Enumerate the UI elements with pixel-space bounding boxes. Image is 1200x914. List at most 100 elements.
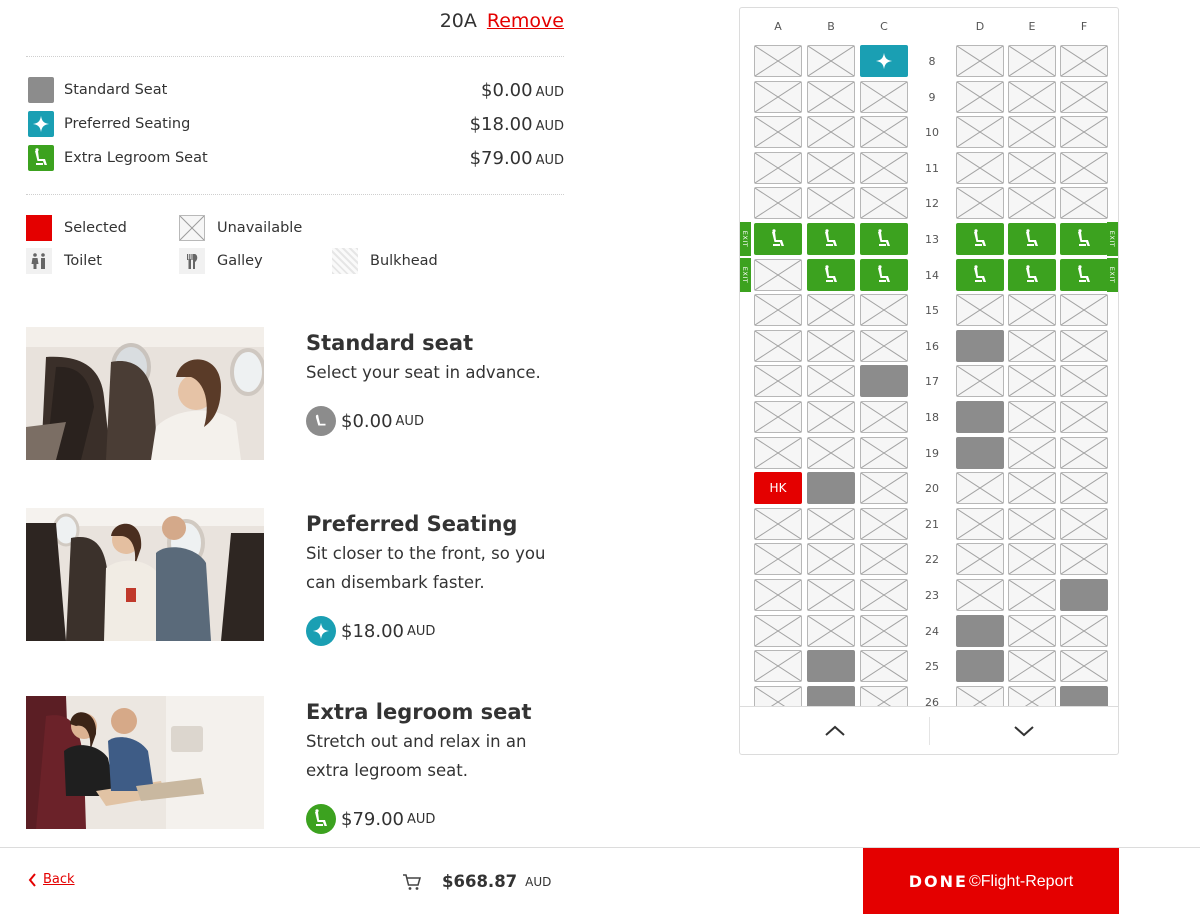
seat-14a[interactable]: [754, 258, 802, 291]
seat-24c[interactable]: [860, 614, 908, 647]
done-button[interactable]: DONE ©Flight-Report: [863, 848, 1119, 914]
seat-26d[interactable]: [956, 685, 1004, 706]
seat-10e[interactable]: [1008, 116, 1056, 149]
seat-8b[interactable]: [807, 45, 855, 77]
seat-18a[interactable]: [754, 401, 802, 433]
seat-12b[interactable]: [807, 187, 855, 220]
seat-8a[interactable]: [754, 45, 802, 77]
seat-18d[interactable]: [956, 401, 1004, 433]
seat-13c[interactable]: [860, 223, 908, 255]
seat-10a[interactable]: [754, 116, 802, 149]
seat-15b[interactable]: [807, 294, 855, 327]
seat-11a[interactable]: [754, 151, 802, 184]
seat-22f[interactable]: [1060, 543, 1108, 576]
seat-16c[interactable]: [860, 329, 908, 362]
seat-11b[interactable]: [807, 151, 855, 184]
seat-9b[interactable]: [807, 80, 855, 113]
seat-11e[interactable]: [1008, 151, 1056, 184]
seat-17a[interactable]: [754, 365, 802, 398]
seat-8c[interactable]: [860, 45, 908, 77]
seat-14b[interactable]: [807, 258, 855, 291]
back-button[interactable]: Back: [28, 872, 75, 887]
seat-23d[interactable]: [956, 579, 1004, 611]
seat-20b[interactable]: [807, 472, 855, 505]
seat-25d[interactable]: [956, 650, 1004, 683]
seat-22c[interactable]: [860, 543, 908, 576]
seat-12c[interactable]: [860, 187, 908, 220]
seat-16d[interactable]: [956, 329, 1004, 362]
seat-25a[interactable]: [754, 650, 802, 683]
seat-24a[interactable]: [754, 614, 802, 647]
seat-23f[interactable]: [1060, 579, 1108, 611]
seat-19d[interactable]: [956, 436, 1004, 469]
seat-10c[interactable]: [860, 116, 908, 149]
seat-14c[interactable]: [860, 258, 908, 291]
seat-13d[interactable]: [956, 223, 1004, 255]
seat-20a[interactable]: HK: [754, 472, 802, 505]
seat-21f[interactable]: [1060, 507, 1108, 540]
seat-18f[interactable]: [1060, 401, 1108, 433]
seat-9d[interactable]: [956, 80, 1004, 113]
seat-19e[interactable]: [1008, 436, 1056, 469]
seat-10f[interactable]: [1060, 116, 1108, 149]
seat-17b[interactable]: [807, 365, 855, 398]
seat-24f[interactable]: [1060, 614, 1108, 647]
seat-25c[interactable]: [860, 650, 908, 683]
seat-25e[interactable]: [1008, 650, 1056, 683]
seat-10b[interactable]: [807, 116, 855, 149]
seat-25f[interactable]: [1060, 650, 1108, 683]
seat-15c[interactable]: [860, 294, 908, 327]
seat-19a[interactable]: [754, 436, 802, 469]
seat-26a[interactable]: [754, 685, 802, 706]
seat-15d[interactable]: [956, 294, 1004, 327]
seat-8d[interactable]: [956, 45, 1004, 77]
seat-10d[interactable]: [956, 116, 1004, 149]
seat-25b[interactable]: [807, 650, 855, 683]
seat-12d[interactable]: [956, 187, 1004, 220]
seat-13f[interactable]: [1060, 223, 1108, 255]
seat-26f[interactable]: [1060, 685, 1108, 706]
seat-23e[interactable]: [1008, 579, 1056, 611]
seat-18c[interactable]: [860, 401, 908, 433]
seat-17d[interactable]: [956, 365, 1004, 398]
seat-9f[interactable]: [1060, 80, 1108, 113]
seat-20c[interactable]: [860, 472, 908, 505]
seat-15f[interactable]: [1060, 294, 1108, 327]
seat-22e[interactable]: [1008, 543, 1056, 576]
seat-22a[interactable]: [754, 543, 802, 576]
seat-21c[interactable]: [860, 507, 908, 540]
seat-18e[interactable]: [1008, 401, 1056, 433]
seat-21e[interactable]: [1008, 507, 1056, 540]
seat-14e[interactable]: [1008, 258, 1056, 291]
seat-8f[interactable]: [1060, 45, 1108, 77]
scroll-up-button[interactable]: [740, 707, 929, 754]
seat-16e[interactable]: [1008, 329, 1056, 362]
seat-19b[interactable]: [807, 436, 855, 469]
seat-23b[interactable]: [807, 579, 855, 611]
seat-20f[interactable]: [1060, 472, 1108, 505]
seat-16f[interactable]: [1060, 329, 1108, 362]
seat-11f[interactable]: [1060, 151, 1108, 184]
seat-24b[interactable]: [807, 614, 855, 647]
seat-17c[interactable]: [860, 365, 908, 398]
seat-24d[interactable]: [956, 614, 1004, 647]
seat-12a[interactable]: [754, 187, 802, 220]
seat-15a[interactable]: [754, 294, 802, 327]
seat-21b[interactable]: [807, 507, 855, 540]
seat-23a[interactable]: [754, 579, 802, 611]
seat-24e[interactable]: [1008, 614, 1056, 647]
seat-20e[interactable]: [1008, 472, 1056, 505]
seat-18b[interactable]: [807, 401, 855, 433]
seat-9e[interactable]: [1008, 80, 1056, 113]
seat-12e[interactable]: [1008, 187, 1056, 220]
seat-13b[interactable]: [807, 223, 855, 255]
seat-12f[interactable]: [1060, 187, 1108, 220]
seat-19f[interactable]: [1060, 436, 1108, 469]
seat-17e[interactable]: [1008, 365, 1056, 398]
seat-14f[interactable]: [1060, 258, 1108, 291]
seat-26e[interactable]: [1008, 685, 1056, 706]
seat-9a[interactable]: [754, 80, 802, 113]
seat-22d[interactable]: [956, 543, 1004, 576]
seat-20d[interactable]: [956, 472, 1004, 505]
seat-17f[interactable]: [1060, 365, 1108, 398]
